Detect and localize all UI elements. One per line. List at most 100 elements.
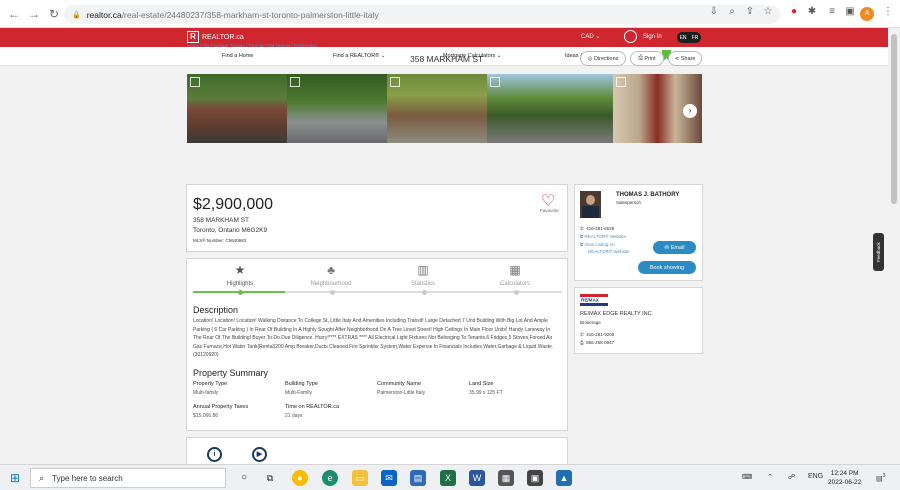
agent-name[interactable]: THOMAS J. BATHORY: [616, 192, 679, 198]
sidepanel-icon[interactable]: ▣: [842, 6, 858, 17]
summary-value: Palmerston-Little Italy: [377, 390, 426, 396]
play-icon[interactable]: ▶: [252, 447, 267, 462]
summary-label: Land Size: [469, 381, 494, 387]
address-line-1: 358 MARKHAM ST: [193, 217, 249, 224]
star-icon: ★: [234, 263, 246, 277]
scrollbar[interactable]: [888, 28, 900, 464]
tab-highlights[interactable]: ★ Highlights: [195, 263, 285, 287]
calculator-icon: ▦: [509, 263, 521, 277]
summary-label: Property Type: [193, 381, 228, 387]
zoom-icon[interactable]: ⌕: [724, 6, 740, 17]
view-listing-link-line2[interactable]: REALTOR® Website: [588, 249, 630, 254]
notifications-icon[interactable]: ▤3: [876, 473, 885, 482]
media-card: [186, 437, 568, 464]
url-host: realtor.ca: [86, 9, 122, 20]
remax-logo-text: RE/MAX: [581, 298, 600, 303]
tab-dot: [422, 290, 427, 295]
currency-selector[interactable]: CAD ⌄: [581, 33, 600, 40]
file-explorer-icon[interactable]: ▭: [352, 470, 368, 486]
user-icon: [624, 30, 637, 43]
price-card: $2,900,000 358 MARKHAM ST Toronto, Ontar…: [186, 184, 568, 252]
feedback-tab[interactable]: Feedback: [873, 233, 884, 271]
summary-value: $15,066.86: [193, 413, 219, 419]
brokerage-phone[interactable]: ✆ 416-281-9200: [580, 332, 614, 338]
menu-find-home[interactable]: Find a Home: [222, 53, 254, 59]
address-line-2: Toronto, Ontario M6G2K9: [193, 227, 268, 234]
system-clock[interactable]: 12:24 PM 2022-06-22: [828, 469, 861, 487]
agent-photo[interactable]: [580, 191, 601, 218]
share-button[interactable]: ⋖ Share: [668, 51, 702, 66]
app-icon[interactable]: ▣: [527, 470, 543, 486]
reading-list-icon[interactable]: ≡: [824, 6, 840, 17]
brokerage-type: Brokerage: [580, 320, 601, 325]
summary-heading: Property Summary: [193, 368, 269, 378]
tab-neighbourhood[interactable]: ♣ Neighbourhood: [286, 263, 376, 287]
summary-label: Annual Property Taxes: [193, 404, 249, 410]
back-icon[interactable]: ←: [4, 7, 24, 21]
network-icon[interactable]: ☍: [788, 473, 795, 481]
summary-label: Community Name: [377, 381, 422, 387]
tab-calculators[interactable]: ▦ Calculators: [470, 263, 560, 287]
photos-icon[interactable]: ▲: [556, 470, 572, 486]
sign-in-link[interactable]: Sign In: [624, 30, 662, 43]
url-path: /real-estate/24480237/358-markham-st-tor…: [121, 9, 379, 20]
gallery-photo[interactable]: [487, 74, 613, 143]
gallery-photo[interactable]: [387, 74, 487, 143]
agent-website-link[interactable]: ⧉ REALTOR® Website: [580, 234, 626, 239]
print-button[interactable]: ⎙ Print: [630, 51, 664, 66]
address-bar[interactable]: 🔒 realtor.ca/real-estate/24480237/358-ma…: [64, 5, 780, 24]
language-toggle[interactable]: EN FR: [677, 32, 701, 43]
calculator-app-icon[interactable]: ▦: [498, 470, 514, 486]
forward-icon[interactable]: →: [24, 7, 44, 21]
install-icon[interactable]: ⇩: [706, 6, 722, 17]
breadcrumb: Home / ON / Greater Toronto / Toronto / …: [187, 43, 317, 48]
chrome-icon[interactable]: ●: [292, 470, 308, 486]
remax-logo[interactable]: RE/MAX: [580, 294, 608, 306]
puzzle-icon[interactable]: ✱: [804, 6, 820, 17]
bookmark-star-icon[interactable]: ☆: [760, 6, 776, 17]
view-listing-link[interactable]: ⧉ View Listing on: [580, 242, 615, 247]
profile-avatar[interactable]: A: [860, 7, 874, 21]
favourite-label[interactable]: Favourite: [540, 208, 559, 213]
mail-icon[interactable]: ✉: [381, 470, 397, 486]
gallery-photo[interactable]: [287, 74, 387, 143]
info-icon[interactable]: i: [207, 447, 222, 462]
cortana-icon[interactable]: ○: [236, 470, 252, 486]
tab-dot: [238, 290, 243, 295]
logo-mark: R: [187, 31, 199, 43]
directions-button[interactable]: ◎ Directions: [580, 51, 626, 66]
summary-value: Multi-Family: [285, 390, 312, 396]
windows-start-icon[interactable]: ⊞: [7, 470, 23, 486]
gallery-photo[interactable]: [187, 74, 287, 143]
description-heading: Description: [193, 305, 239, 315]
word-icon[interactable]: W: [469, 470, 485, 486]
summary-label: Building Type: [285, 381, 318, 387]
gallery-next-button[interactable]: ›: [683, 104, 697, 118]
page-title: 358 MARKHAM ST: [410, 54, 484, 64]
email-button[interactable]: ✉ Email: [653, 241, 696, 254]
brokerage-name[interactable]: RE/MAX EDGE REALTY INC.: [580, 311, 653, 317]
lock-icon: 🔒: [72, 11, 81, 19]
agent-phone[interactable]: ✆ 416-281-6528: [580, 226, 614, 232]
tab-statistics[interactable]: ▥ Statistics: [378, 263, 468, 287]
book-showing-button[interactable]: Book showing: [638, 261, 696, 274]
keyboard-icon[interactable]: ⌨: [742, 473, 752, 481]
search-icon: ⌕: [39, 472, 45, 483]
excel-icon[interactable]: X: [440, 470, 456, 486]
summary-value: 21 days: [285, 413, 303, 419]
edge-icon[interactable]: e: [322, 470, 338, 486]
language-indicator[interactable]: ENG: [808, 473, 823, 480]
summary-value: Multi-family: [193, 390, 219, 396]
taskbar-search[interactable]: ⌕ Type here to search: [30, 468, 226, 488]
reload-icon[interactable]: ↻: [44, 7, 64, 21]
menu-find-realtor[interactable]: Find a REALTOR® ⌄: [333, 53, 385, 59]
share-icon[interactable]: ⇪: [742, 6, 758, 17]
site-logo[interactable]: R REALTOR.ca: [187, 31, 244, 43]
task-view-icon[interactable]: ⧉: [262, 470, 278, 486]
extension-icon[interactable]: ●: [786, 6, 802, 17]
tray-chevron-icon[interactable]: ⌃: [767, 473, 773, 481]
store-icon[interactable]: ▤: [410, 470, 426, 486]
brokerage-fax: ⎙ 866-268-0947: [580, 340, 615, 345]
menu-dots-icon[interactable]: ⋮: [880, 6, 896, 17]
photo-gallery[interactable]: [187, 74, 702, 143]
